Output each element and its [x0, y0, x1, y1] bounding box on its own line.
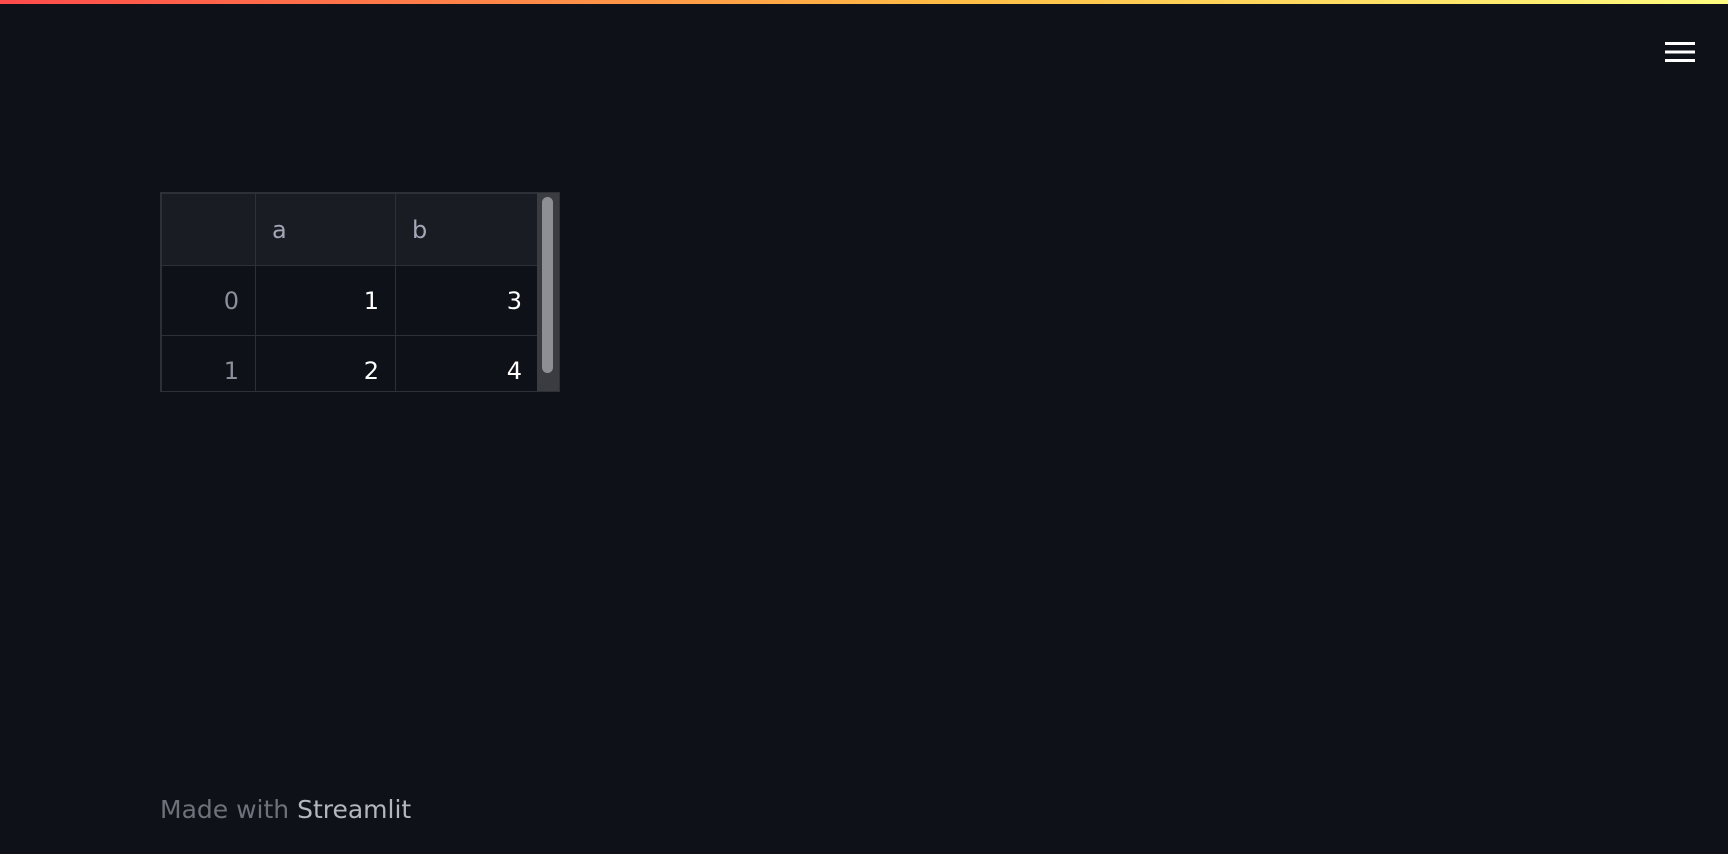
column-header-a[interactable]: a [255, 193, 396, 266]
table-cell[interactable]: 4 [395, 335, 539, 391]
table-cell[interactable]: 2 [255, 335, 396, 391]
dataframe[interactable]: a b 0 1 3 1 2 4 [160, 192, 560, 392]
scrollbar-thumb[interactable] [542, 197, 553, 373]
table-cell[interactable]: 3 [395, 265, 539, 336]
table-row: 1 2 4 [161, 335, 539, 391]
main-menu-button[interactable] [1648, 32, 1712, 72]
table-cell[interactable]: 1 [255, 265, 396, 336]
header-row: a b [161, 193, 539, 266]
streamlit-link[interactable]: Streamlit [297, 795, 411, 824]
row-index-cell[interactable]: 1 [161, 335, 256, 391]
footer-prefix: Made with [160, 795, 298, 824]
row-index-cell[interactable]: 0 [161, 265, 256, 336]
top-decoration-bar [0, 0, 1728, 4]
dataframe-table: a b 0 1 3 1 2 4 [161, 193, 539, 391]
column-header-b[interactable]: b [395, 193, 539, 266]
column-header-index[interactable] [161, 193, 256, 266]
hamburger-menu-icon [1665, 42, 1695, 62]
footer: Made with Streamlit [160, 795, 411, 824]
table-row: 0 1 3 [161, 265, 539, 336]
vertical-scrollbar[interactable] [537, 193, 559, 391]
